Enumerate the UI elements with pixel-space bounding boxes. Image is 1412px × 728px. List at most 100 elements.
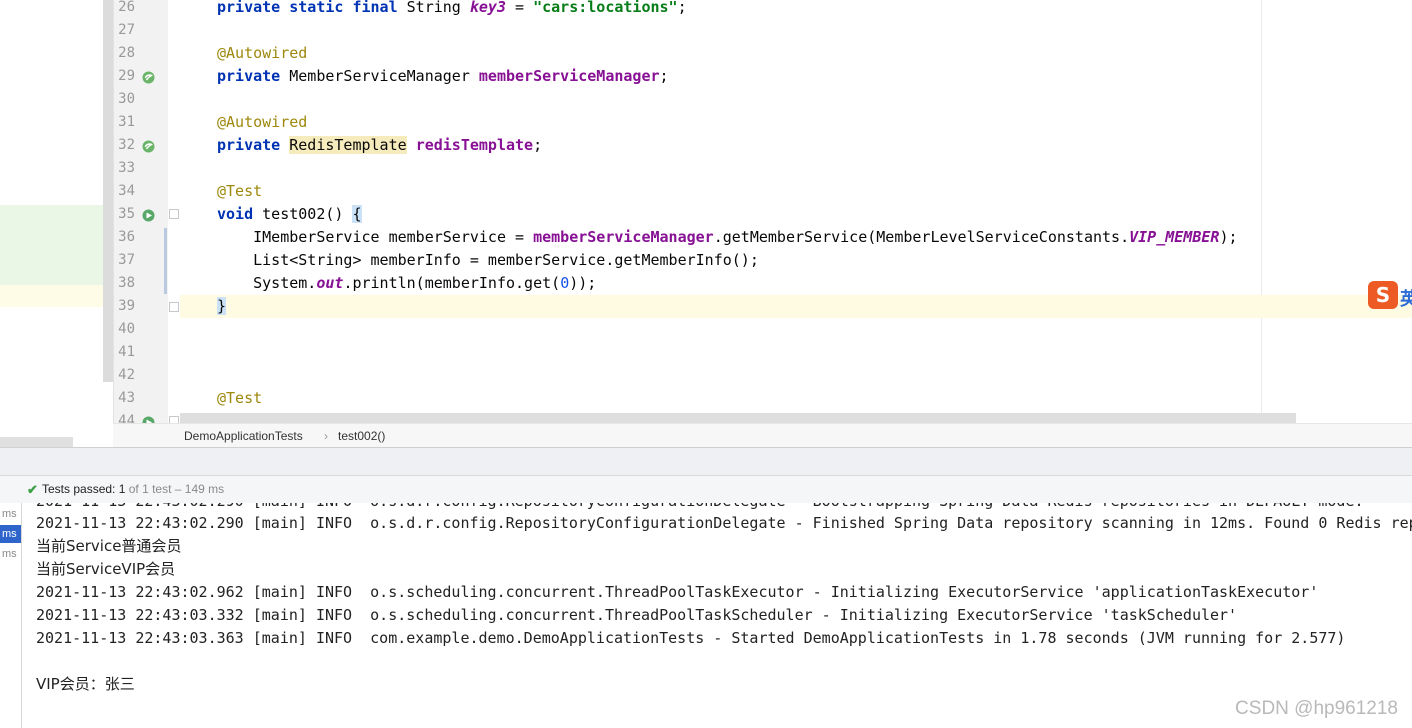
fold-open-icon[interactable] xyxy=(169,209,179,219)
code-text: List<String> memberInfo = memberService.… xyxy=(217,249,759,272)
constant-field: key3 xyxy=(469,0,506,16)
console-line: 当前Service普通会员 xyxy=(36,537,182,555)
console-line: 2021-11-13 22:43:03.363 [main] INFO com.… xyxy=(36,629,1346,647)
console-line: 2021-11-13 22:43:03.332 [main] INFO o.s.… xyxy=(36,606,1238,624)
line-number: 28 xyxy=(118,45,135,61)
code-line: void test002() { xyxy=(180,203,1412,226)
run-test-icon[interactable] xyxy=(142,207,155,222)
annotation: @Test xyxy=(217,389,263,407)
line-number: 37 xyxy=(118,252,135,268)
code-token: test002() xyxy=(253,205,353,223)
code-token: = xyxy=(506,0,534,16)
ime-logo-icon[interactable]: S xyxy=(1368,281,1398,309)
line-number: 32 xyxy=(118,137,135,153)
matched-brace: } xyxy=(217,297,227,315)
annotation: @Autowired xyxy=(217,113,308,131)
check-icon: ✔ xyxy=(27,482,38,497)
code-token: List<String> memberInfo = memberService.… xyxy=(217,251,759,269)
editor-horizontal-scrollbar[interactable] xyxy=(180,413,1296,423)
run-panel-header xyxy=(0,447,1412,476)
static-field: VIP_MEMBER xyxy=(1129,228,1220,246)
console-line: 2021-11-13 22:43:02.962 [main] INFO o.s.… xyxy=(36,583,1319,601)
code-token: IMemberService memberService = xyxy=(217,228,534,246)
field-reference: memberServiceManager xyxy=(533,228,714,246)
console-line: VIP会员：张三 xyxy=(36,675,135,693)
spring-bean-icon[interactable] xyxy=(142,138,155,153)
code-text: private RedisTemplate redisTemplate; xyxy=(217,134,542,157)
code-text: System.out.println(memberInfo.get(0)); xyxy=(217,272,596,295)
code-line: IMemberService memberService = memberSer… xyxy=(180,226,1412,249)
code-token: .println(memberInfo.get( xyxy=(343,274,561,292)
code-token: ; xyxy=(533,136,543,154)
code-line: @Autowired xyxy=(180,111,1412,134)
console-line: 2021-11-13 22:43:02.290 [main] INFO o.s.… xyxy=(36,514,1412,532)
code-line: @Test xyxy=(180,387,1412,410)
line-number: 31 xyxy=(118,114,135,130)
highlighted-type: RedisTemplate xyxy=(289,136,407,154)
code-line: private MemberServiceManager memberServi… xyxy=(180,65,1412,88)
line-number: 39 xyxy=(118,298,135,314)
line-number: 27 xyxy=(118,22,135,38)
annotation: @Test xyxy=(217,182,263,200)
fold-close-icon[interactable] xyxy=(169,302,179,312)
console-output[interactable]: 2021-11-13 22:43:02.290 [main] INFO o.s.… xyxy=(22,503,1412,728)
tree-item-duration[interactable]: ms xyxy=(0,545,21,563)
breadcrumb-class[interactable]: DemoApplicationTests xyxy=(184,424,303,448)
test-tree: ms ms ms xyxy=(0,503,22,728)
breadcrumb-method[interactable]: test002() xyxy=(338,424,385,448)
line-number: 42 xyxy=(118,367,135,383)
static-field: out xyxy=(316,274,344,292)
code-token: .getMemberService(MemberLevelServiceCons… xyxy=(713,228,1130,246)
matched-brace: { xyxy=(352,205,362,223)
console-line: 当前ServiceVIP会员 xyxy=(36,560,176,578)
code-line: private RedisTemplate redisTemplate; xyxy=(180,134,1412,157)
code-text: private MemberServiceManager memberServi… xyxy=(217,65,669,88)
code-text: } xyxy=(217,295,227,318)
line-number: 30 xyxy=(118,91,135,107)
code-line: @Autowired xyxy=(180,42,1412,65)
code-line: List<String> memberInfo = memberService.… xyxy=(180,249,1412,272)
code-line: System.out.println(memberInfo.get(0)); xyxy=(180,272,1412,295)
code-token: )); xyxy=(569,274,597,292)
line-number: 43 xyxy=(118,390,135,406)
tree-item-duration-selected[interactable]: ms xyxy=(0,525,21,543)
code-text: @Autowired xyxy=(217,42,307,65)
breadcrumb-separator: › xyxy=(324,429,328,443)
code-line: } xyxy=(180,295,1412,318)
code-line: @Test xyxy=(180,180,1412,203)
breadcrumb: DemoApplicationTests › test002() xyxy=(113,423,1412,448)
test-status-text: Tests passed: 1 of 1 test – 149 ms xyxy=(42,482,225,496)
line-number: 36 xyxy=(118,229,135,245)
line-number: 40 xyxy=(118,321,135,337)
annotation: @Autowired xyxy=(217,44,308,62)
spring-bean-icon[interactable] xyxy=(142,69,155,84)
code-text: void test002() { xyxy=(217,203,362,226)
left-horizontal-scrollbar[interactable] xyxy=(0,437,73,447)
tree-item-duration[interactable]: ms xyxy=(0,505,21,523)
code-token: ); xyxy=(1219,228,1238,246)
line-number: 33 xyxy=(118,160,135,176)
vcs-change-marker[interactable] xyxy=(164,228,167,294)
keyword: void xyxy=(217,205,254,223)
code-token: MemberServiceManager xyxy=(280,67,479,85)
line-number: 26 xyxy=(118,0,135,15)
code-token: ; xyxy=(677,0,687,16)
line-number: 35 xyxy=(118,206,135,222)
line-number: 29 xyxy=(118,68,135,84)
code-text: @Test xyxy=(217,180,262,203)
code-text: @Test xyxy=(217,387,262,410)
left-scrollbar[interactable] xyxy=(103,0,113,382)
code-text: IMemberService memberService = memberSer… xyxy=(217,226,1238,249)
ime-mode-label: 英 xyxy=(1400,289,1412,310)
field-reference: memberServiceManager xyxy=(478,67,660,85)
keyword: private static final xyxy=(217,0,398,16)
code-text: @Autowired xyxy=(217,111,307,134)
code-token: System. xyxy=(217,274,317,292)
line-number: 34 xyxy=(118,183,135,199)
left-strip-current xyxy=(0,285,113,307)
